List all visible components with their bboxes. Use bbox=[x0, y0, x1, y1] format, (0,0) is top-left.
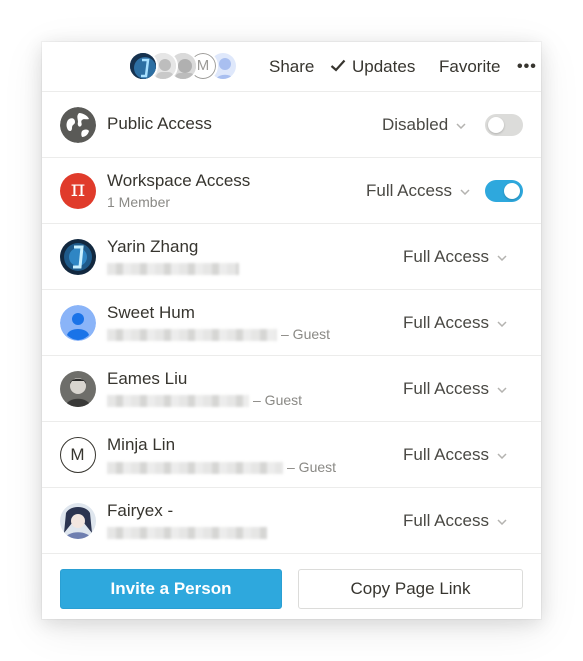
workspace-member-count: 1 Member bbox=[107, 194, 171, 210]
avatar bbox=[60, 503, 96, 539]
member-permission-dropdown[interactable]: Full Access bbox=[403, 422, 507, 488]
guest-label: – Guest bbox=[253, 392, 303, 408]
copy-page-link-button[interactable]: Copy Page Link bbox=[298, 569, 523, 609]
avatar bbox=[60, 239, 96, 275]
permission-label: Full Access bbox=[403, 247, 489, 266]
member-permission-dropdown[interactable]: Full Access bbox=[403, 356, 507, 422]
chevron-down-icon bbox=[497, 289, 507, 355]
public-access-label: Public Access bbox=[107, 114, 212, 133]
avatar: M bbox=[60, 437, 96, 473]
member-email-redacted: – Guest bbox=[107, 326, 330, 342]
member-email-redacted: – Guest bbox=[107, 459, 336, 475]
favorite-button[interactable]: Favorite bbox=[439, 42, 500, 92]
public-access-permission-dropdown[interactable]: Disabled bbox=[382, 92, 466, 158]
member-email-redacted bbox=[107, 524, 271, 540]
public-access-row: Public Access Disabled bbox=[42, 92, 541, 158]
member-name: Minja Lin bbox=[107, 435, 176, 454]
share-topbar: M Share Updates Favorite ••• bbox=[42, 42, 541, 92]
share-panel: M Share Updates Favorite ••• Public Acce… bbox=[42, 42, 541, 619]
avatar bbox=[60, 305, 96, 341]
workspace-pi-icon: π bbox=[60, 173, 96, 209]
globe-icon bbox=[60, 107, 96, 143]
toggle-knob bbox=[504, 183, 520, 199]
invite-person-button[interactable]: Invite a Person bbox=[60, 569, 282, 609]
member-row: Fairyex - Full Access bbox=[42, 488, 541, 554]
member-name: Sweet Hum bbox=[107, 303, 195, 322]
more-options-button[interactable]: ••• bbox=[517, 42, 537, 92]
permission-label: Full Access bbox=[403, 379, 489, 398]
permission-label: Full Access bbox=[403, 445, 489, 464]
chevron-down-icon bbox=[460, 157, 470, 223]
workspace-permission-dropdown[interactable]: Full Access bbox=[366, 158, 470, 224]
workspace-access-label: Workspace Access bbox=[107, 171, 251, 190]
share-button[interactable]: Share bbox=[269, 42, 314, 92]
member-row: Sweet Hum – Guest Full Access bbox=[42, 290, 541, 356]
chevron-down-icon bbox=[456, 91, 466, 157]
member-email-redacted: – Guest bbox=[107, 392, 302, 408]
updates-button[interactable]: Updates bbox=[330, 42, 415, 92]
member-row: Yarin Zhang Full Access bbox=[42, 224, 541, 290]
member-name: Fairyex - bbox=[107, 501, 174, 520]
toggle-knob bbox=[488, 117, 504, 133]
checkmark-icon bbox=[330, 42, 346, 92]
member-permission-dropdown[interactable]: Full Access bbox=[403, 224, 507, 290]
permission-label: Full Access bbox=[403, 313, 489, 332]
member-email-redacted bbox=[107, 260, 243, 276]
member-row: M Minja Lin – Guest Full Access bbox=[42, 422, 541, 488]
chevron-down-icon bbox=[497, 421, 507, 487]
updates-label: Updates bbox=[352, 57, 416, 76]
guest-label: – Guest bbox=[287, 459, 337, 475]
member-name: Yarin Zhang bbox=[107, 237, 199, 256]
member-name: Eames Liu bbox=[107, 369, 188, 388]
workspace-access-row: π Workspace Access 1 Member Full Access bbox=[42, 158, 541, 224]
member-permission-dropdown[interactable]: Full Access bbox=[403, 488, 507, 554]
workspace-access-toggle[interactable] bbox=[485, 180, 523, 202]
chevron-down-icon bbox=[497, 355, 507, 421]
chevron-down-icon bbox=[497, 223, 507, 289]
permission-label: Full Access bbox=[403, 511, 489, 530]
member-row: Eames Liu – Guest Full Access bbox=[42, 356, 541, 422]
chevron-down-icon bbox=[497, 487, 507, 553]
member-permission-dropdown[interactable]: Full Access bbox=[403, 290, 507, 356]
guest-label: – Guest bbox=[281, 326, 331, 342]
permission-label: Disabled bbox=[382, 115, 449, 134]
avatar bbox=[60, 371, 96, 407]
public-access-toggle[interactable] bbox=[485, 114, 523, 136]
avatar bbox=[128, 51, 158, 81]
permission-label: Full Access bbox=[366, 181, 452, 200]
